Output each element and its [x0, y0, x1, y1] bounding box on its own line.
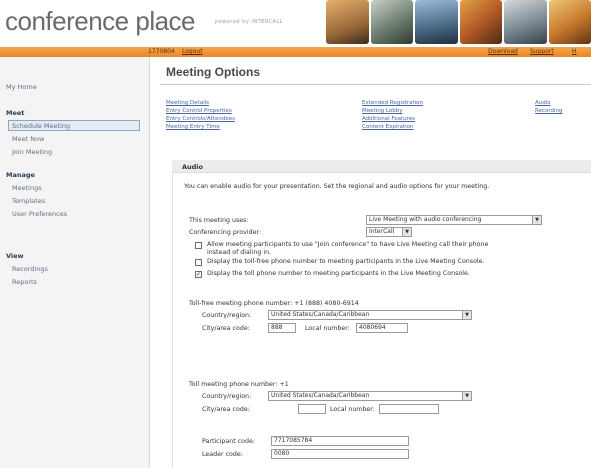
- tollfree-heading: Toll-free meeting phone number: +1 (888)…: [189, 300, 359, 307]
- sidebar-item-recordings[interactable]: Recordings: [12, 265, 48, 273]
- nav-link-meeting-entry-time[interactable]: Meeting Entry Time: [166, 124, 220, 130]
- help-link[interactable]: H: [572, 48, 577, 55]
- header-photo: [415, 0, 458, 44]
- sidebar-item-templates[interactable]: Templates: [12, 197, 45, 205]
- chevron-down-icon: ▼: [462, 311, 471, 319]
- tollfree-country-select[interactable]: United States/Canada/Caribbean ▼: [268, 310, 472, 320]
- nav-link-extended-registration[interactable]: Extended Registration: [362, 100, 423, 106]
- participant-code-label: Participant code:: [202, 438, 256, 445]
- tollfree-local-label: Local number:: [305, 325, 350, 332]
- toll-local-label: Local number:: [330, 406, 375, 413]
- header: conference place powered by INTERCALL: [0, 0, 591, 46]
- nav-link-entry-control-properties[interactable]: Entry Control Properties: [166, 108, 232, 114]
- sidebar: My Home Meet Schedule Meeting Meet Now J…: [0, 57, 150, 468]
- audio-panel-header: Audio: [172, 160, 591, 173]
- toll-heading: Toll meeting phone number: +1: [189, 381, 289, 388]
- meeting-uses-label: This meeting uses:: [189, 217, 249, 224]
- toll-country-label: Country/region:: [202, 393, 252, 400]
- display-tollfree-checkbox[interactable]: [195, 259, 202, 266]
- join-conference-checkbox[interactable]: [195, 242, 202, 249]
- nav-link-additional-features[interactable]: Additional Features: [362, 116, 415, 122]
- audio-intro-text: You can enable audio for your presentati…: [184, 183, 490, 190]
- tollfree-local-input[interactable]: 4080694: [356, 323, 408, 333]
- nav-link-entry-controls-attendees[interactable]: Entry Controls/Attendees: [166, 116, 235, 122]
- header-photo: [548, 0, 591, 44]
- audio-heading: Audio: [182, 163, 204, 171]
- header-photo-strip: [326, 0, 591, 46]
- join-conference-label-line2: instead of dialing in.: [207, 249, 272, 256]
- logo: conference place: [5, 6, 196, 36]
- nav-link-meeting-details[interactable]: Meeting Details: [166, 100, 209, 106]
- tollfree-city-label: City/area code:: [202, 325, 250, 332]
- join-conference-label-line1: Allow meeting participants to use "Join …: [207, 241, 489, 248]
- display-toll-checkbox[interactable]: ✓: [195, 271, 202, 278]
- toll-local-input[interactable]: [379, 404, 439, 414]
- account-number: 1770804: [148, 48, 175, 55]
- chevron-down-icon: ▼: [532, 216, 541, 224]
- powered-by-text: powered by INTERCALL: [215, 19, 284, 25]
- tollfree-city-input[interactable]: 888: [268, 323, 296, 333]
- chevron-down-icon: ▼: [462, 392, 471, 400]
- toll-country-select[interactable]: United States/Canada/Caribbean ▼: [268, 391, 472, 401]
- meeting-uses-value: Live Meeting with audio conferencing: [369, 216, 482, 223]
- nav-link-audio[interactable]: Audio: [535, 100, 551, 106]
- top-nav-bar: 1770804 Logout Download Support H: [0, 47, 591, 57]
- sidebar-my-home[interactable]: My Home: [6, 83, 37, 91]
- meeting-uses-select[interactable]: Live Meeting with audio conferencing ▼: [366, 215, 542, 225]
- sidebar-heading-view: View: [6, 252, 24, 260]
- sidebar-item-join-meeting[interactable]: Join Meeting: [12, 148, 52, 156]
- provider-value: InterCall: [369, 228, 395, 235]
- toll-city-input[interactable]: [298, 404, 326, 414]
- header-photo: [326, 0, 369, 44]
- display-toll-label: Display the toll phone number to meeting…: [207, 270, 470, 277]
- header-photo: [504, 0, 547, 44]
- participant-code-input[interactable]: 7717085784: [271, 436, 409, 446]
- tollfree-country-label: Country/region:: [202, 312, 252, 319]
- support-link[interactable]: Support: [530, 48, 554, 55]
- title-divider: [160, 84, 591, 85]
- sidebar-heading-meet: Meet: [6, 109, 25, 117]
- provider-label: Conferencing provider:: [189, 229, 262, 236]
- leader-code-input[interactable]: 0080: [271, 449, 409, 459]
- header-photo: [459, 0, 502, 44]
- tollfree-country-value: United States/Canada/Caribbean: [271, 311, 370, 318]
- nav-link-meeting-lobby[interactable]: Meeting Lobby: [362, 108, 403, 114]
- leader-code-label: Leader code:: [202, 451, 243, 458]
- sidebar-item-schedule-meeting[interactable]: Schedule Meeting: [12, 122, 70, 130]
- sidebar-item-reports[interactable]: Reports: [12, 278, 37, 286]
- header-photo: [370, 0, 413, 44]
- page-title: Meeting Options: [166, 65, 260, 79]
- sidebar-heading-manage: Manage: [6, 171, 35, 179]
- download-link[interactable]: Download: [488, 48, 518, 55]
- sidebar-item-meetings[interactable]: Meetings: [12, 184, 42, 192]
- nav-link-content-expiration[interactable]: Content Expiration: [362, 124, 414, 130]
- chevron-down-icon: ▼: [402, 228, 411, 236]
- provider-select[interactable]: InterCall ▼: [366, 227, 412, 237]
- toll-city-label: City/area code:: [202, 406, 250, 413]
- logout-link[interactable]: Logout: [182, 48, 203, 55]
- nav-link-recording[interactable]: Recording: [535, 108, 563, 114]
- sidebar-item-user-preferences[interactable]: User Preferences: [12, 210, 67, 218]
- toll-country-value: United States/Canada/Caribbean: [271, 392, 370, 399]
- sidebar-item-meet-now[interactable]: Meet Now: [12, 135, 44, 143]
- display-tollfree-label: Display the toll-free phone number to me…: [207, 258, 485, 265]
